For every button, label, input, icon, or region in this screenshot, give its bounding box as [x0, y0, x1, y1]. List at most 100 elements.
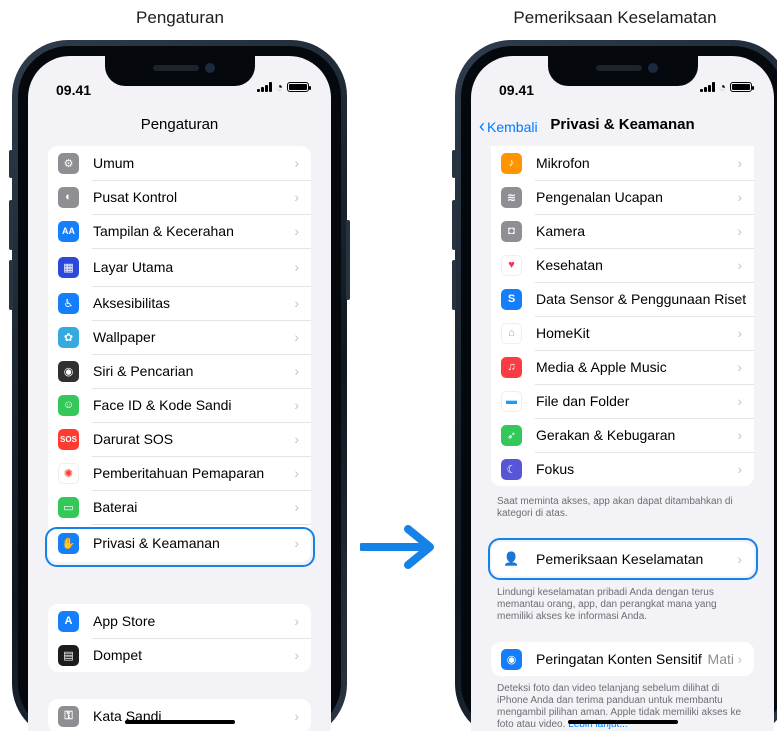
- sensitive-content-row[interactable]: ◉ Peringatan Konten Sensitif Mati ›: [491, 642, 754, 676]
- back-label: Kembali: [487, 118, 538, 135]
- row-label: Siri & Pencarian: [93, 363, 194, 379]
- chevron-right-icon: ›: [294, 499, 299, 515]
- settings-row-gerakan-kebugaran[interactable]: ➶ Gerakan & Kebugaran ›: [491, 418, 754, 452]
- chevron-right-icon: ›: [294, 431, 299, 447]
- settings-row-data-sensor-penggunaan-riset[interactable]: S Data Sensor & Penggunaan Riset ›: [491, 282, 754, 316]
- navigation-bar: Pengaturan: [28, 116, 331, 146]
- settings-row-aksesibilitas[interactable]: ♿ Aksesibilitas ›: [48, 286, 311, 320]
- research-icon: S: [501, 288, 522, 310]
- settings-row-pemberitahuan-pemaparan[interactable]: ✺ Pemberitahuan Pemaparan ›: [48, 456, 311, 490]
- chevron-right-icon: ›: [737, 189, 742, 205]
- chevron-right-icon: ›: [294, 647, 299, 663]
- back-button[interactable]: ‹ Kembali: [479, 116, 538, 137]
- chevron-right-icon: ›: [737, 291, 742, 307]
- flower-icon: ✿: [58, 326, 79, 348]
- mute-switch: [9, 150, 13, 178]
- music-icon: ♫: [501, 356, 522, 378]
- chevron-right-icon: ›: [737, 325, 742, 341]
- settings-row-pengenalan-ucapan[interactable]: ≋ Pengenalan Ucapan ›: [491, 180, 754, 214]
- row-label: Pengenalan Ucapan: [536, 189, 663, 205]
- settings-row-darurat-sos[interactable]: SOS Darurat SOS ›: [48, 422, 311, 456]
- settings-row-wallpaper[interactable]: ✿ Wallpaper ›: [48, 320, 311, 354]
- row-label: Tampilan & Kecerahan: [93, 223, 234, 239]
- settings-row-kamera[interactable]: ◘ Kamera ›: [491, 214, 754, 248]
- volume-up-button: [452, 200, 456, 250]
- chevron-right-icon: ›: [737, 257, 742, 273]
- home-grid-icon: ▦: [58, 256, 79, 278]
- settings-row-mikrofon[interactable]: ♪ Mikrofon ›: [491, 146, 754, 180]
- phone-privacy: 09.41 ◔ ‹ Kembali Privasi & Keamanan ♪ Mi…: [452, 40, 777, 731]
- settings-row-homekit[interactable]: ⌂ HomeKit ›: [491, 316, 754, 350]
- caption-settings: Pengaturan: [136, 8, 224, 27]
- settings-row-file-dan-folder[interactable]: ▬ File dan Folder ›: [491, 384, 754, 418]
- siri-icon: ◉: [58, 360, 79, 382]
- settings-row-tampilan-kecerahan[interactable]: AA Tampilan & Kecerahan ›: [48, 214, 311, 248]
- settings-row-dompet[interactable]: ▤ Dompet ›: [48, 638, 311, 672]
- mute-switch: [452, 150, 456, 178]
- row-label: Umum: [93, 155, 135, 171]
- row-label: Kamera: [536, 223, 586, 239]
- home-indicator[interactable]: [124, 720, 235, 724]
- row-label: File dan Folder: [536, 393, 630, 409]
- chevron-right-icon: ›: [294, 223, 299, 239]
- volume-down-button: [9, 260, 13, 310]
- row-label: Layar Utama: [93, 259, 174, 275]
- chevron-right-icon: ›: [737, 461, 742, 477]
- chevron-right-icon: ›: [294, 465, 299, 481]
- wifi-icon: ◔: [718, 80, 726, 94]
- moon-icon: ☾: [501, 458, 522, 480]
- settings-row-app-store[interactable]: A App Store ›: [48, 604, 311, 638]
- chevron-right-icon: ›: [294, 613, 299, 629]
- row-label: Mikrofon: [536, 155, 590, 171]
- chevron-right-icon: ›: [294, 363, 299, 379]
- status-time: 09.41: [499, 82, 535, 98]
- face-id-icon: ☺: [58, 394, 79, 416]
- row-label: Pusat Kontrol: [93, 189, 178, 205]
- privacy-permissions-group: ♪ Mikrofon › ≋ Pengenalan Ucapan › ◘ Kamera › ♥ Ke…: [491, 146, 754, 486]
- chevron-right-icon: ›: [737, 223, 742, 239]
- settings-row-kata-sandi[interactable]: ⚿ Kata Sandi ›: [48, 699, 311, 731]
- settings-group-passwords: ⚿ Kata Sandi ›: [48, 699, 311, 731]
- gear-icon: ⚙: [58, 152, 79, 174]
- volume-up-button: [9, 200, 13, 250]
- screen: 09.41 ◔ Pengaturan ⚙ Umum › ◐ Pusat Kontrol ›…: [28, 56, 331, 731]
- home-indicator[interactable]: [567, 720, 678, 724]
- row-label: Darurat SOS: [93, 431, 174, 447]
- chevron-right-icon: ›: [294, 155, 299, 171]
- settings-row-fokus[interactable]: ☾ Fokus ›: [491, 452, 754, 486]
- chevron-right-icon: ›: [737, 359, 742, 375]
- settings-row-kesehatan[interactable]: ♥ Kesehatan ›: [491, 248, 754, 282]
- row-label: Aksesibilitas: [93, 295, 171, 311]
- settings-row-umum[interactable]: ⚙ Umum ›: [48, 146, 311, 180]
- chevron-right-icon: ›: [737, 651, 742, 667]
- row-label: Face ID & Kode Sandi: [93, 397, 232, 413]
- battery-status-icon: [287, 82, 311, 92]
- row-label: App Store: [93, 613, 156, 629]
- folder-icon: ▬: [501, 390, 522, 412]
- settings-row-face-id-kode-sandi[interactable]: ☺ Face ID & Kode Sandi ›: [48, 388, 311, 422]
- settings-group-store: A App Store › ▤ Dompet ›: [48, 604, 311, 672]
- notch: [104, 56, 255, 86]
- toggle-icon: ◐: [58, 186, 79, 208]
- settings-group-general: ⚙ Umum › ◐ Pusat Kontrol › AA Tampilan & Kecera…: [48, 146, 311, 562]
- settings-row-media-apple-music[interactable]: ♫ Media & Apple Music ›: [491, 350, 754, 384]
- notch: [547, 56, 698, 86]
- chevron-right-icon: ›: [294, 295, 299, 311]
- fitness-icon: ➶: [501, 424, 522, 446]
- volume-down-button: [452, 260, 456, 310]
- settings-row-pusat-kontrol[interactable]: ◐ Pusat Kontrol ›: [48, 180, 311, 214]
- row-label: Baterai: [93, 499, 138, 515]
- wifi-icon: ◔: [275, 80, 283, 94]
- sensitive-content-group: ◉ Peringatan Konten Sensitif Mati ›: [491, 642, 754, 676]
- status-icons: ◔: [256, 80, 311, 94]
- settings-row-siri-pencarian[interactable]: ◉ Siri & Pencarian ›: [48, 354, 311, 388]
- signal-icon: [699, 82, 715, 92]
- safety-check-highlight: [488, 538, 758, 580]
- eye-warning-icon: ◉: [501, 648, 522, 670]
- side-button: [346, 220, 350, 300]
- chevron-right-icon: ›: [294, 259, 299, 275]
- chevron-left-icon: ‹: [479, 116, 485, 136]
- wallet-icon: ▤: [58, 644, 79, 666]
- settings-row-layar-utama[interactable]: ▦ Layar Utama ›: [48, 248, 311, 286]
- settings-row-baterai[interactable]: ▭ Baterai ›: [48, 490, 311, 524]
